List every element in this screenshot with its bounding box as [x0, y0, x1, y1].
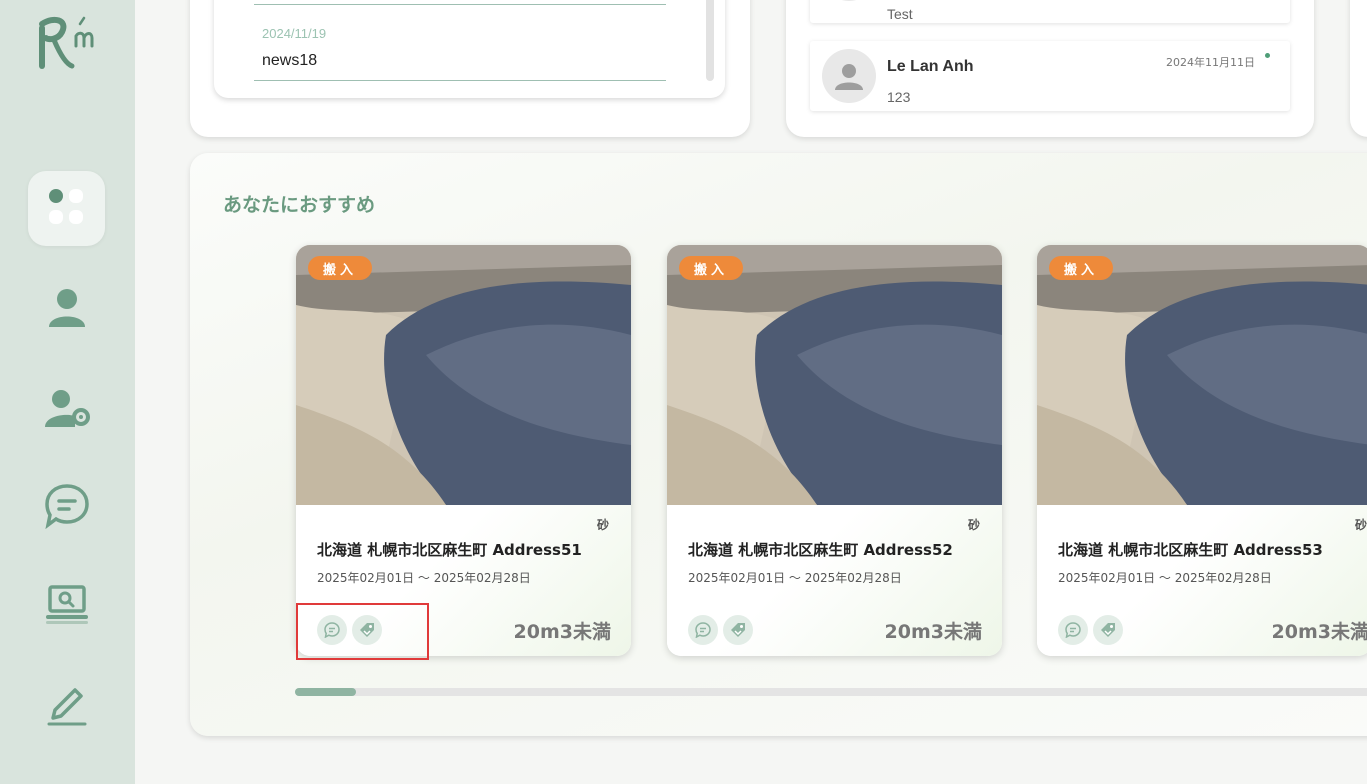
laptop-search-icon[interactable]: [39, 580, 95, 628]
listing-period: 2025年02月01日 〜 2025年02月28日: [1058, 571, 1272, 585]
listing-period: 2025年02月01日 〜 2025年02月28日: [317, 571, 531, 585]
listing-card[interactable]: 搬入 砂 北海道 札幌市北区麻生町 Address51 2025年02月01日 …: [296, 245, 631, 656]
app-logo[interactable]: [32, 14, 104, 74]
listing-period: 2025年02月01日 〜 2025年02月28日: [688, 571, 902, 585]
user-settings-icon[interactable]: [39, 384, 95, 432]
listing-photo: [296, 245, 631, 505]
divider: [254, 4, 666, 5]
listing-photo: [1037, 245, 1367, 505]
tag-icon[interactable]: [1093, 615, 1123, 645]
avatar: [822, 0, 876, 1]
chat-icon[interactable]: [688, 615, 718, 645]
scrollbar[interactable]: [706, 0, 714, 81]
message-item[interactable]: Le Lan Anh 123 2024年11月11日: [810, 41, 1290, 111]
pencil-icon[interactable]: [39, 682, 95, 730]
message-preview: Test: [887, 6, 913, 22]
message-date: 2024年11月11日: [1166, 56, 1255, 69]
listing-title: 北海道 札幌市北区麻生町 Address53: [1058, 541, 1323, 559]
chat-icon[interactable]: [1058, 615, 1088, 645]
category-label: 砂: [596, 518, 609, 532]
news-title[interactable]: news18: [262, 52, 317, 70]
volume-label: 20m3未満: [513, 621, 611, 643]
news-panel: 2024/11/19 news18: [190, 0, 750, 137]
tag-icon[interactable]: [723, 615, 753, 645]
partial-panel: [1350, 0, 1367, 137]
avatar: [822, 49, 876, 103]
listing-photo: [667, 245, 1002, 505]
category-label: 砂: [967, 518, 980, 532]
dashboard-icon[interactable]: [39, 184, 95, 232]
user-icon[interactable]: [39, 284, 95, 332]
listing-title: 北海道 札幌市北区麻生町 Address51: [317, 541, 582, 559]
highlight-annotation: [296, 603, 429, 660]
message-preview: 123: [887, 89, 911, 105]
scrollbar-thumb[interactable]: [295, 688, 356, 696]
divider: [254, 80, 666, 81]
message-sender: Le Lan Anh: [887, 58, 974, 75]
message-item[interactable]: Test: [810, 0, 1290, 23]
horizontal-scrollbar[interactable]: [295, 688, 1367, 696]
status-badge: 搬入: [679, 256, 743, 280]
card-body: 砂 北海道 札幌市北区麻生町 Address53 2025年02月01日 〜 2…: [1037, 505, 1367, 656]
category-label: 砂: [1354, 518, 1367, 532]
sidebar: [0, 0, 135, 784]
news-date: 2024/11/19: [262, 26, 327, 41]
listing-card[interactable]: 搬入 砂 北海道 札幌市北区麻生町 Address53 2025年02月01日 …: [1037, 245, 1367, 656]
status-badge: 搬入: [308, 256, 372, 280]
chat-icon[interactable]: [39, 482, 95, 530]
unread-dot: [1265, 53, 1270, 58]
listing-title: 北海道 札幌市北区麻生町 Address52: [688, 541, 953, 559]
section-title: あなたにおすすめ: [223, 194, 376, 216]
volume-label: 20m3未満: [1271, 621, 1367, 643]
volume-label: 20m3未満: [884, 621, 982, 643]
listing-card[interactable]: 搬入 砂 北海道 札幌市北区麻生町 Address52 2025年02月01日 …: [667, 245, 1002, 656]
messages-panel: Test Le Lan Anh 123 2024年11月11日: [786, 0, 1314, 137]
news-list: 2024/11/19 news18: [214, 0, 725, 98]
card-body: 砂 北海道 札幌市北区麻生町 Address52 2025年02月01日 〜 2…: [667, 505, 1002, 656]
status-badge: 搬入: [1049, 256, 1113, 280]
